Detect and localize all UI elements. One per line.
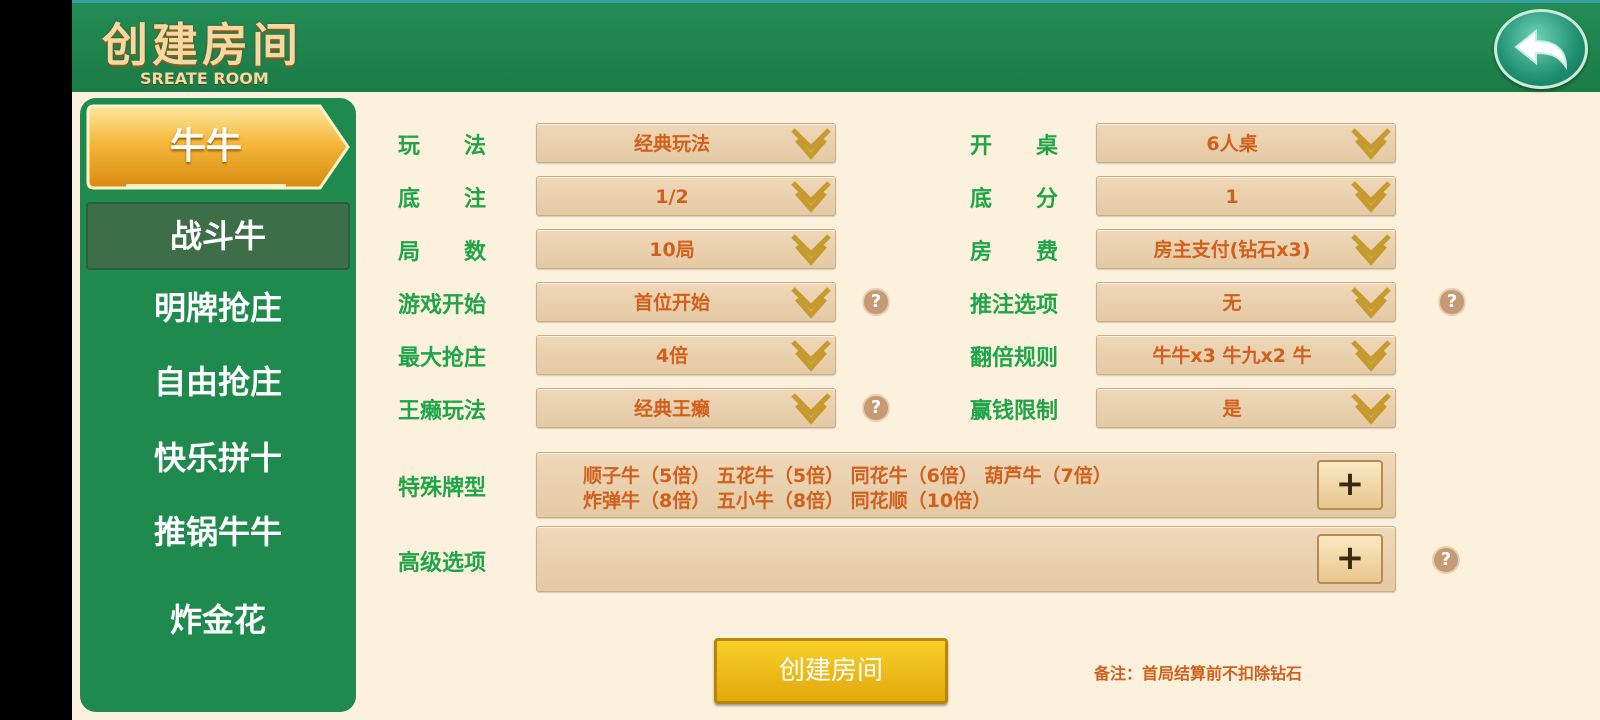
sidebar-item-ziyou[interactable]: 自由抢庄	[86, 350, 350, 414]
sidebar-item-kuaile[interactable]: 快乐拼十	[86, 426, 350, 490]
chevron-down-icon	[1351, 128, 1391, 160]
room-fee-select[interactable]: 房主支付(钻石x3)	[1096, 229, 1396, 269]
page-title: 创建房间	[102, 18, 302, 72]
base-bet-select[interactable]: 1/2	[536, 176, 836, 216]
chevron-down-icon	[1351, 393, 1391, 425]
base-score-select[interactable]: 1	[1096, 176, 1396, 216]
header-bar: 创建房间 SREATE ROOM	[72, 0, 1600, 92]
create-room-button[interactable]: 创建房间	[714, 638, 948, 704]
select-value: 经典玩法	[633, 133, 710, 155]
select-value: 10局	[649, 239, 695, 261]
room-fee-label: 房 费	[970, 240, 1059, 265]
wild-mode-label: 王癞玩法	[398, 399, 487, 424]
base-score-label: 底 分	[970, 187, 1059, 212]
chevron-down-icon	[791, 287, 831, 319]
sidebar-item-label: 牛牛	[169, 126, 242, 167]
back-arrow-icon	[1514, 28, 1568, 71]
table-size-label: 开 桌	[970, 134, 1059, 159]
special-cards-label: 特殊牌型	[398, 476, 487, 501]
sidebar-item-zhajinhua[interactable]: 炸金花	[86, 588, 350, 652]
back-button[interactable]	[1494, 9, 1588, 89]
win-limit-label: 赢钱限制	[970, 399, 1059, 424]
advanced-options-help-icon[interactable]: ?	[1432, 546, 1460, 574]
sidebar-item-niuniu[interactable]: 牛牛	[86, 102, 352, 192]
select-value: 房主支付(钻石x3)	[1153, 239, 1311, 261]
select-value: 6人桌	[1206, 133, 1258, 155]
chevron-down-icon	[791, 340, 831, 372]
chevron-down-icon	[791, 393, 831, 425]
select-value: 经典王癞	[633, 398, 710, 420]
push-bet-label: 推注选项	[970, 293, 1059, 318]
sidebar-item-zhandouniu[interactable]: 战斗牛	[86, 202, 350, 270]
special-cards-add-button[interactable]: +	[1317, 460, 1383, 510]
wild-mode-select[interactable]: 经典王癞	[536, 388, 836, 428]
chevron-down-icon	[1351, 234, 1391, 266]
chevron-down-icon	[791, 128, 831, 160]
sidebar-item-mingpai[interactable]: 明牌抢庄	[86, 276, 350, 340]
select-value: 4倍	[655, 345, 689, 367]
chevron-down-icon	[1351, 340, 1391, 372]
play-mode-label: 玩 法	[398, 134, 487, 159]
game-start-select[interactable]: 首位开始	[536, 282, 836, 322]
game-type-sidebar: 牛牛 战斗牛 明牌抢庄 自由抢庄 快乐拼十 推锅牛牛 炸金花	[80, 98, 356, 712]
game-start-help-icon[interactable]: ?	[862, 288, 890, 316]
select-value: 1/2	[655, 186, 689, 208]
special-cards-line-1: 顺子牛（5倍） 五花牛（5倍） 同花牛（6倍） 葫芦牛（7倍）	[583, 465, 1112, 487]
advanced-options-add-button[interactable]: +	[1317, 534, 1383, 584]
rounds-select[interactable]: 10局	[536, 229, 836, 269]
game-start-label: 游戏开始	[398, 293, 487, 318]
chevron-down-icon	[791, 234, 831, 266]
select-value: 是	[1222, 398, 1242, 420]
chevron-down-icon	[1351, 181, 1391, 213]
push-bet-select[interactable]: 无	[1096, 282, 1396, 322]
select-value: 1	[1225, 186, 1239, 208]
sidebar-item-tuiguo[interactable]: 推锅牛牛	[86, 500, 350, 564]
base-bet-label: 底 注	[398, 187, 487, 212]
advanced-options-label: 高级选项	[398, 551, 487, 576]
max-banker-label: 最大抢庄	[398, 346, 487, 371]
max-banker-select[interactable]: 4倍	[536, 335, 836, 375]
chevron-down-icon	[1351, 287, 1391, 319]
double-rule-select[interactable]: 牛牛x3 牛九x2 牛	[1096, 335, 1396, 375]
wild-mode-help-icon[interactable]: ?	[862, 394, 890, 422]
select-value: 牛牛x3 牛九x2 牛	[1152, 345, 1312, 367]
win-limit-select[interactable]: 是	[1096, 388, 1396, 428]
chevron-down-icon	[791, 181, 831, 213]
special-cards-box: 顺子牛（5倍） 五花牛（5倍） 同花牛（6倍） 葫芦牛（7倍） 炸弹牛（8倍） …	[536, 452, 1396, 518]
select-value: 首位开始	[633, 292, 710, 314]
remark-text: 备注：首局结算前不扣除钻石	[1094, 664, 1303, 683]
create-room-screen: 创建房间 SREATE ROOM 牛牛 战斗牛 明牌抢庄 自由抢庄 快乐拼十 推…	[72, 0, 1600, 720]
rounds-label: 局 数	[398, 240, 487, 265]
play-mode-select[interactable]: 经典玩法	[536, 123, 836, 163]
push-bet-help-icon[interactable]: ?	[1438, 288, 1466, 316]
special-cards-line-2: 炸弹牛（8倍） 五小牛（8倍） 同花顺（10倍）	[583, 490, 992, 512]
advanced-options-box: +	[536, 526, 1396, 592]
page-subtitle: SREATE ROOM	[140, 69, 269, 88]
select-value: 无	[1222, 292, 1242, 314]
table-size-select[interactable]: 6人桌	[1096, 123, 1396, 163]
double-rule-label: 翻倍规则	[970, 346, 1059, 371]
